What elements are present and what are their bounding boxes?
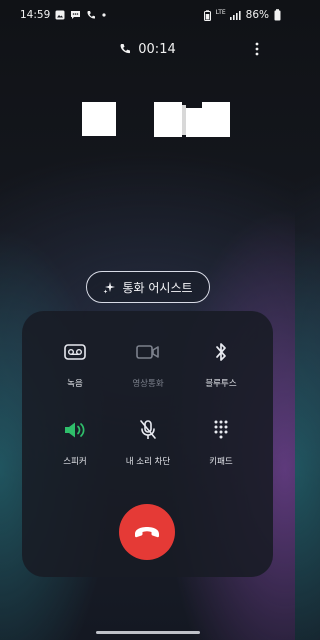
bluetooth-icon: [214, 339, 228, 365]
status-left: 14:59: [20, 9, 107, 21]
keypad-icon: [213, 417, 229, 443]
gallery-icon: [55, 10, 65, 20]
redaction-block: [186, 108, 202, 137]
home-indicator[interactable]: [96, 631, 200, 634]
sparkle-icon: [103, 281, 116, 294]
phone-icon: [86, 10, 96, 20]
speaker-button[interactable]: 스피커: [35, 417, 115, 477]
mute-button[interactable]: 내 소리 차단: [108, 417, 188, 477]
battery-saver-icon: [203, 9, 211, 21]
more-vert-icon: [255, 42, 259, 56]
video-call-label: 영상통화: [132, 379, 164, 389]
signal-icon: [229, 10, 241, 20]
status-bar: 14:59 LTE 86%: [0, 0, 295, 30]
keypad-label: 키패드: [209, 457, 233, 467]
video-camera-icon: [136, 339, 160, 365]
status-time: 14:59: [20, 9, 51, 21]
call-assist-button[interactable]: 통화 어시스트: [86, 271, 210, 303]
network-type: LTE: [215, 8, 226, 16]
keypad-button[interactable]: 키패드: [181, 417, 261, 477]
status-right: LTE 86%: [203, 8, 281, 21]
record-button[interactable]: 녹음: [35, 339, 115, 399]
redaction-block: [202, 102, 230, 137]
call-assist-label: 통화 어시스트: [122, 280, 193, 295]
video-call-button[interactable]: 영상통화: [108, 339, 188, 399]
hang-up-icon: [135, 527, 159, 538]
bluetooth-button[interactable]: 블루투스: [181, 339, 261, 399]
end-call-button[interactable]: [119, 504, 175, 560]
mic-off-icon: [138, 417, 158, 443]
battery-percent: 86%: [245, 9, 269, 21]
call-duration: 00:14: [138, 41, 176, 57]
call-controls-panel: 녹음 영상통화 블루투스 스피커 내 소리 차단 키패드: [22, 311, 273, 577]
call-phone-icon: [119, 43, 131, 55]
caller-info-redacted: [74, 102, 242, 138]
battery-icon: [274, 9, 281, 21]
record-label: 녹음: [67, 379, 83, 389]
redaction-block: [82, 102, 116, 136]
redaction-block: [154, 102, 182, 137]
mute-label: 내 소리 차단: [125, 457, 171, 467]
voicemail-icon: [64, 339, 86, 365]
bluetooth-label: 블루투스: [205, 379, 237, 389]
message-icon: [70, 10, 81, 20]
dot-icon: [101, 10, 107, 20]
more-options-button[interactable]: [248, 38, 266, 60]
speaker-label: 스피커: [63, 457, 87, 467]
speaker-icon: [63, 417, 87, 443]
